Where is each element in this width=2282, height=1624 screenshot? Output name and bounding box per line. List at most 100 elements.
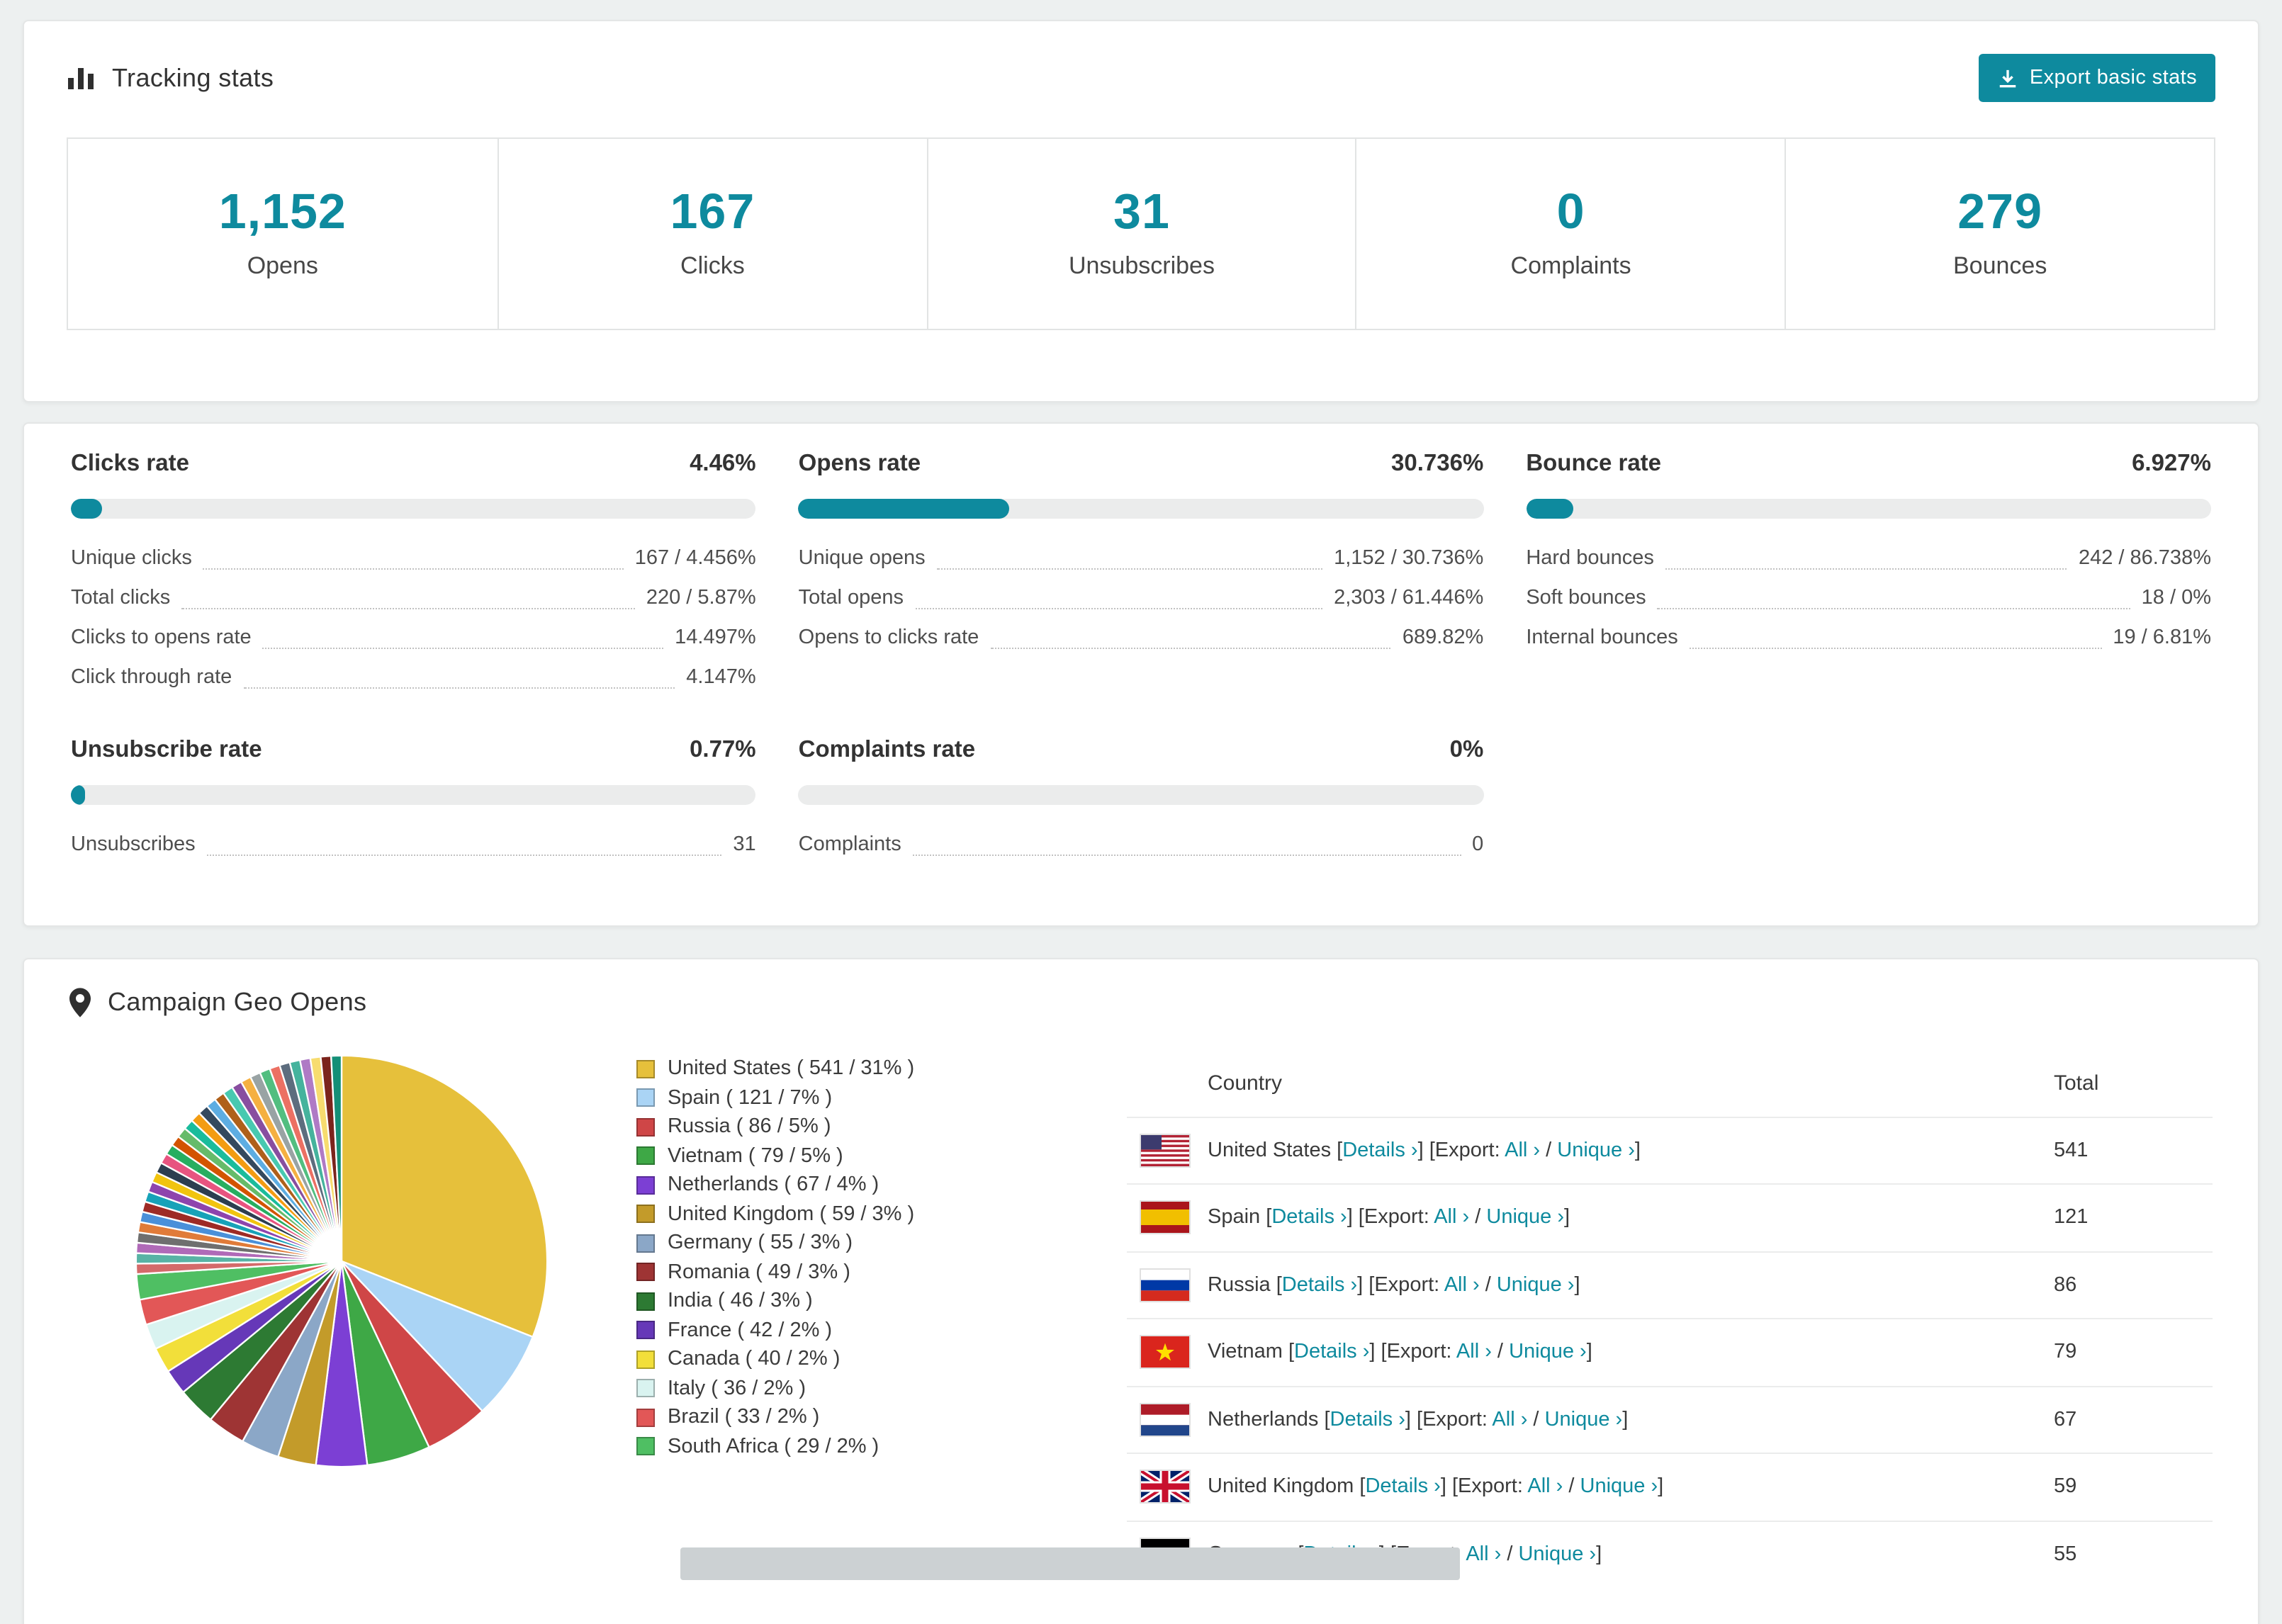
legend-swatch — [636, 1059, 655, 1078]
stat-row: Total opens 2,303 / 61.446% — [798, 578, 1483, 618]
stat-row: Total clicks 220 / 5.87% — [71, 578, 756, 618]
rate-value: 0.77% — [690, 737, 756, 762]
legend-label: Spain ( 121 / 7% ) — [668, 1086, 833, 1110]
rate-value: 30.736% — [1391, 451, 1484, 476]
export-unique-link[interactable]: Unique › — [1545, 1409, 1623, 1431]
dotted-leader — [912, 855, 1461, 856]
legend-swatch — [636, 1321, 655, 1340]
details-link[interactable]: Details › — [1282, 1274, 1357, 1297]
stat-label: Bounces — [1953, 252, 2047, 279]
details-link[interactable]: Details › — [1271, 1207, 1347, 1229]
country-cell: United States [Details ›] [Export: All ›… — [1127, 1117, 2054, 1183]
geo-table-header-row: Country Total — [1127, 1051, 2213, 1117]
export-all-link[interactable]: All › — [1527, 1476, 1563, 1499]
export-unique-link[interactable]: Unique › — [1486, 1207, 1564, 1229]
country-total: 541 — [2054, 1139, 2089, 1162]
stat-row: Internal bounces 19 / 6.81% — [1526, 618, 2211, 658]
stat-value: 31 — [1113, 184, 1170, 239]
stat-row-label: Unique opens — [798, 547, 926, 570]
country-total: 67 — [2054, 1408, 2077, 1431]
dotted-leader — [262, 648, 664, 649]
progress-fill — [71, 499, 102, 519]
export-unique-link[interactable]: Unique › — [1497, 1274, 1575, 1297]
stat-row-label: Total clicks — [71, 587, 171, 609]
bar-chart-icon — [67, 64, 95, 92]
export-basic-stats-button[interactable]: Export basic stats — [1978, 54, 2215, 102]
rate-title: Complaints rate — [798, 737, 976, 762]
stat-row: Complaints 0 — [798, 825, 1483, 864]
export-all-link[interactable]: All › — [1434, 1207, 1469, 1229]
details-link[interactable]: Details › — [1365, 1476, 1440, 1499]
export-all-link[interactable]: All › — [1466, 1543, 1501, 1566]
legend-swatch — [636, 1263, 655, 1282]
stat-row-label: Clicks to opens rate — [71, 626, 252, 649]
dashboard: Tracking stats Export basic stats 1,152 O… — [0, 0, 2282, 1624]
stat-card-opens: 1,152 Opens — [68, 139, 498, 329]
legend-label: Canada ( 40 / 2% ) — [668, 1348, 841, 1371]
country-total: 59 — [2054, 1475, 2077, 1499]
details-link[interactable]: Details › — [1294, 1341, 1369, 1364]
country-name: Netherlands — [1208, 1408, 1325, 1431]
legend-swatch — [636, 1205, 655, 1224]
geo-opens-title: Campaign Geo Opens — [69, 988, 2213, 1017]
export-prefix: Export: — [1434, 1139, 1505, 1162]
map-pin-icon — [69, 988, 91, 1017]
legend-swatch — [636, 1146, 655, 1166]
details-link[interactable]: Details › — [1330, 1409, 1405, 1431]
progress-fill — [71, 785, 85, 805]
export-all-link[interactable]: All › — [1492, 1409, 1527, 1431]
stat-row-value: 167 / 4.456% — [634, 547, 756, 570]
dotted-leader — [206, 855, 722, 856]
stat-row-label: Total opens — [798, 587, 904, 609]
legend-label: United States ( 541 / 31% ) — [668, 1057, 915, 1081]
legend-swatch — [636, 1408, 655, 1427]
export-all-link[interactable]: All › — [1456, 1341, 1492, 1364]
stat-row-value: 220 / 5.87% — [646, 587, 756, 609]
export-unique-link[interactable]: Unique › — [1580, 1476, 1658, 1499]
export-unique-link[interactable]: Unique › — [1557, 1139, 1635, 1162]
geo-table-row-spain: Spain [Details ›] [Export: All › / Uniqu… — [1127, 1184, 2213, 1251]
stat-row: Soft bounces 18 / 0% — [1526, 578, 2211, 618]
stat-row-label: Complaints — [798, 833, 901, 856]
rate-card-bounce-rate: Bounce rate 6.927% Hard bounces 242 / 86.73… — [1526, 446, 2211, 697]
rate-value: 4.46% — [690, 451, 756, 476]
stat-card-complaints: 0 Complaints — [1355, 139, 1785, 329]
country-total: 79 — [2054, 1341, 2077, 1364]
rate-title: Opens rate — [798, 451, 921, 476]
legend-swatch — [636, 1350, 655, 1369]
legend-label: Vietnam ( 79 / 5% ) — [668, 1144, 843, 1168]
stat-row-label: Unsubscribes — [71, 833, 196, 856]
progress-bar — [798, 499, 1484, 519]
flag-es-icon — [1141, 1202, 1189, 1234]
tracking-stats-panel: Tracking stats Export basic stats 1,152 O… — [23, 20, 2259, 402]
stat-row-label: Unique clicks — [71, 547, 192, 570]
stat-row: Click through rate 4.147% — [71, 658, 756, 697]
progress-bar — [71, 785, 756, 805]
stat-label: Clicks — [680, 252, 745, 279]
legend-item-vietnam: Vietnam ( 79 / 5% ) — [636, 1141, 1107, 1171]
stats-summary: 1,152 Opens 167 Clicks 31 Unsubscribes 0 Compla… — [67, 137, 2215, 330]
geo-table-row-united-states: United States [Details ›] [Export: All ›… — [1127, 1117, 2213, 1184]
legend-item-russia: Russia ( 86 / 5% ) — [636, 1112, 1107, 1141]
legend-item-brazil: Brazil ( 33 / 2% ) — [636, 1403, 1107, 1432]
stat-row-value: 14.497% — [675, 626, 756, 649]
export-all-link[interactable]: All › — [1505, 1139, 1540, 1162]
country-total: 86 — [2054, 1273, 2077, 1297]
export-unique-link[interactable]: Unique › — [1518, 1543, 1596, 1566]
legend-item-spain: Spain ( 121 / 7% ) — [636, 1083, 1107, 1112]
dotted-leader — [1657, 608, 2130, 609]
dotted-leader — [915, 608, 1323, 609]
geo-table-row-russia: Russia [Details ›] [Export: All › / Uniq… — [1127, 1251, 2213, 1319]
flag-us-icon — [1141, 1134, 1189, 1166]
legend-swatch — [636, 1234, 655, 1253]
horizontal-scrollbar[interactable] — [680, 1547, 1460, 1580]
legend-label: Russia ( 86 / 5% ) — [668, 1115, 831, 1139]
export-unique-link[interactable]: Unique › — [1509, 1341, 1587, 1364]
export-all-link[interactable]: All › — [1444, 1274, 1480, 1297]
stat-card-bounces: 279 Bounces — [1784, 139, 2214, 329]
progress-fill — [798, 499, 1009, 519]
rate-title: Unsubscribe rate — [71, 737, 262, 762]
legend-swatch — [636, 1088, 655, 1107]
details-link[interactable]: Details › — [1342, 1139, 1417, 1162]
progress-bar — [1526, 499, 2211, 519]
